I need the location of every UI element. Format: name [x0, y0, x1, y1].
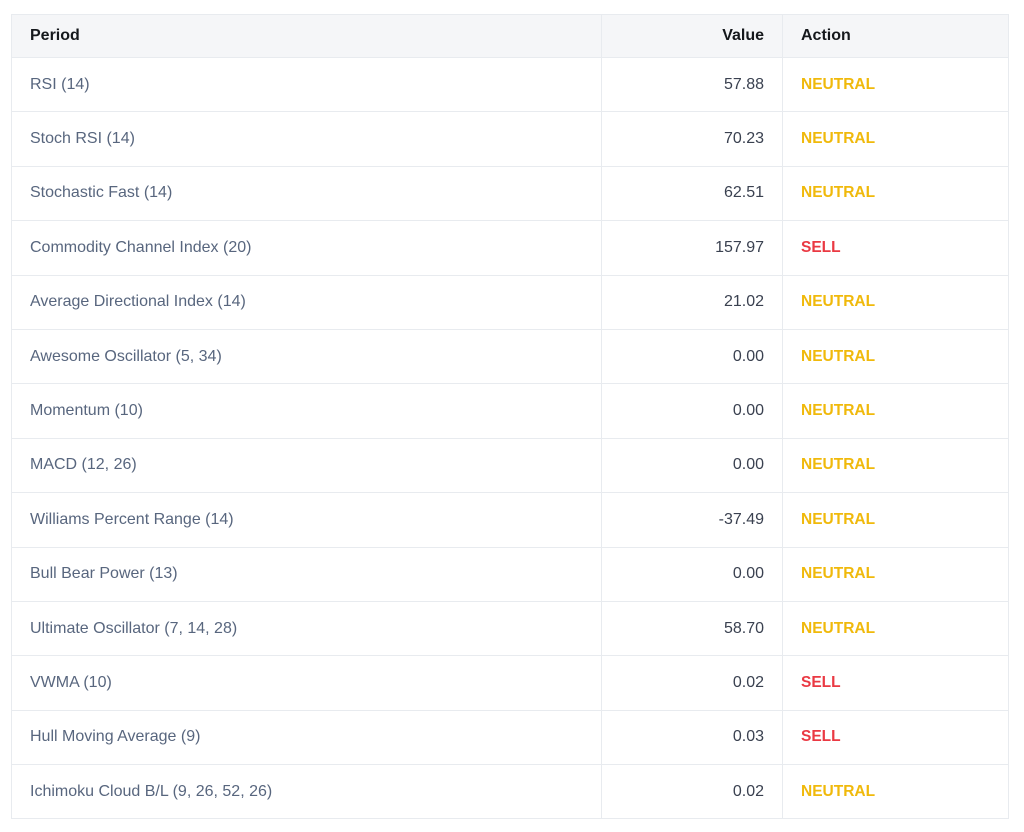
- table-row: Average Directional Index (14) 21.02 NEU…: [11, 274, 1009, 330]
- table-row: Williams Percent Range (14) -37.49 NEUTR…: [11, 492, 1009, 548]
- oscillators-table: Period Value Action RSI (14) 57.88 NEUTR…: [11, 14, 1009, 820]
- value-cell: 0.00: [601, 383, 783, 439]
- action-cell: NEUTRAL: [782, 492, 1009, 548]
- table-row: Hull Moving Average (9) 0.03 SELL: [11, 709, 1009, 766]
- period-cell: Stochastic Fast (14): [11, 165, 602, 222]
- oscillators-table-container: Period Value Action RSI (14) 57.88 NEUTR…: [11, 14, 1009, 820]
- value-cell: 0.03: [601, 709, 783, 766]
- table-row: Momentum (10) 0.00 NEUTRAL: [11, 383, 1009, 439]
- table-header-row: Period Value Action: [11, 14, 1009, 58]
- value-cell: 0.02: [601, 764, 783, 820]
- value-cell: 157.97: [601, 220, 783, 276]
- table-row: Stochastic Fast (14) 62.51 NEUTRAL: [11, 165, 1009, 222]
- table-header: Period Value Action: [11, 14, 1009, 58]
- period-cell: Bull Bear Power (13): [11, 546, 602, 602]
- action-cell: NEUTRAL: [782, 764, 1009, 820]
- period-cell: Awesome Oscillator (5, 34): [11, 328, 602, 385]
- period-cell: Ichimoku Cloud B/L (9, 26, 52, 26): [11, 764, 602, 820]
- column-header-period: Period: [11, 14, 602, 58]
- table-row: Commodity Channel Index (20) 157.97 SELL: [11, 220, 1009, 276]
- column-header-value: Value: [601, 14, 783, 58]
- table-row: Awesome Oscillator (5, 34) 0.00 NEUTRAL: [11, 328, 1009, 385]
- action-cell: NEUTRAL: [782, 111, 1009, 167]
- table-row: Stoch RSI (14) 70.23 NEUTRAL: [11, 111, 1009, 167]
- period-cell: Commodity Channel Index (20): [11, 220, 602, 276]
- value-cell: -37.49: [601, 492, 783, 548]
- action-cell: NEUTRAL: [782, 274, 1009, 330]
- action-cell: NEUTRAL: [782, 56, 1009, 113]
- action-cell: SELL: [782, 220, 1009, 276]
- action-cell: NEUTRAL: [782, 165, 1009, 222]
- value-cell: 0.00: [601, 546, 783, 602]
- period-cell: VWMA (10): [11, 655, 602, 711]
- value-cell: 62.51: [601, 165, 783, 222]
- action-cell: NEUTRAL: [782, 437, 1009, 494]
- action-cell: NEUTRAL: [782, 546, 1009, 602]
- action-cell: NEUTRAL: [782, 600, 1009, 657]
- period-cell: Average Directional Index (14): [11, 274, 602, 330]
- table-row: VWMA (10) 0.02 SELL: [11, 655, 1009, 711]
- value-cell: 21.02: [601, 274, 783, 330]
- action-cell: NEUTRAL: [782, 383, 1009, 439]
- period-cell: MACD (12, 26): [11, 437, 602, 494]
- action-cell: SELL: [782, 709, 1009, 766]
- period-cell: Hull Moving Average (9): [11, 709, 602, 766]
- table-row: Ultimate Oscillator (7, 14, 28) 58.70 NE…: [11, 600, 1009, 657]
- period-cell: Stoch RSI (14): [11, 111, 602, 167]
- period-cell: Williams Percent Range (14): [11, 492, 602, 548]
- action-cell: SELL: [782, 655, 1009, 711]
- value-cell: 0.02: [601, 655, 783, 711]
- period-cell: RSI (14): [11, 56, 602, 113]
- action-cell: NEUTRAL: [782, 328, 1009, 385]
- value-cell: 57.88: [601, 56, 783, 113]
- table-row: Bull Bear Power (13) 0.00 NEUTRAL: [11, 546, 1009, 602]
- value-cell: 58.70: [601, 600, 783, 657]
- value-cell: 70.23: [601, 111, 783, 167]
- period-cell: Ultimate Oscillator (7, 14, 28): [11, 600, 602, 657]
- value-cell: 0.00: [601, 437, 783, 494]
- table-body: RSI (14) 57.88 NEUTRAL Stoch RSI (14) 70…: [11, 56, 1009, 820]
- table-row: RSI (14) 57.88 NEUTRAL: [11, 56, 1009, 113]
- value-cell: 0.00: [601, 328, 783, 385]
- period-cell: Momentum (10): [11, 383, 602, 439]
- column-header-action: Action: [782, 14, 1009, 58]
- table-row: Ichimoku Cloud B/L (9, 26, 52, 26) 0.02 …: [11, 764, 1009, 820]
- table-row: MACD (12, 26) 0.00 NEUTRAL: [11, 437, 1009, 494]
